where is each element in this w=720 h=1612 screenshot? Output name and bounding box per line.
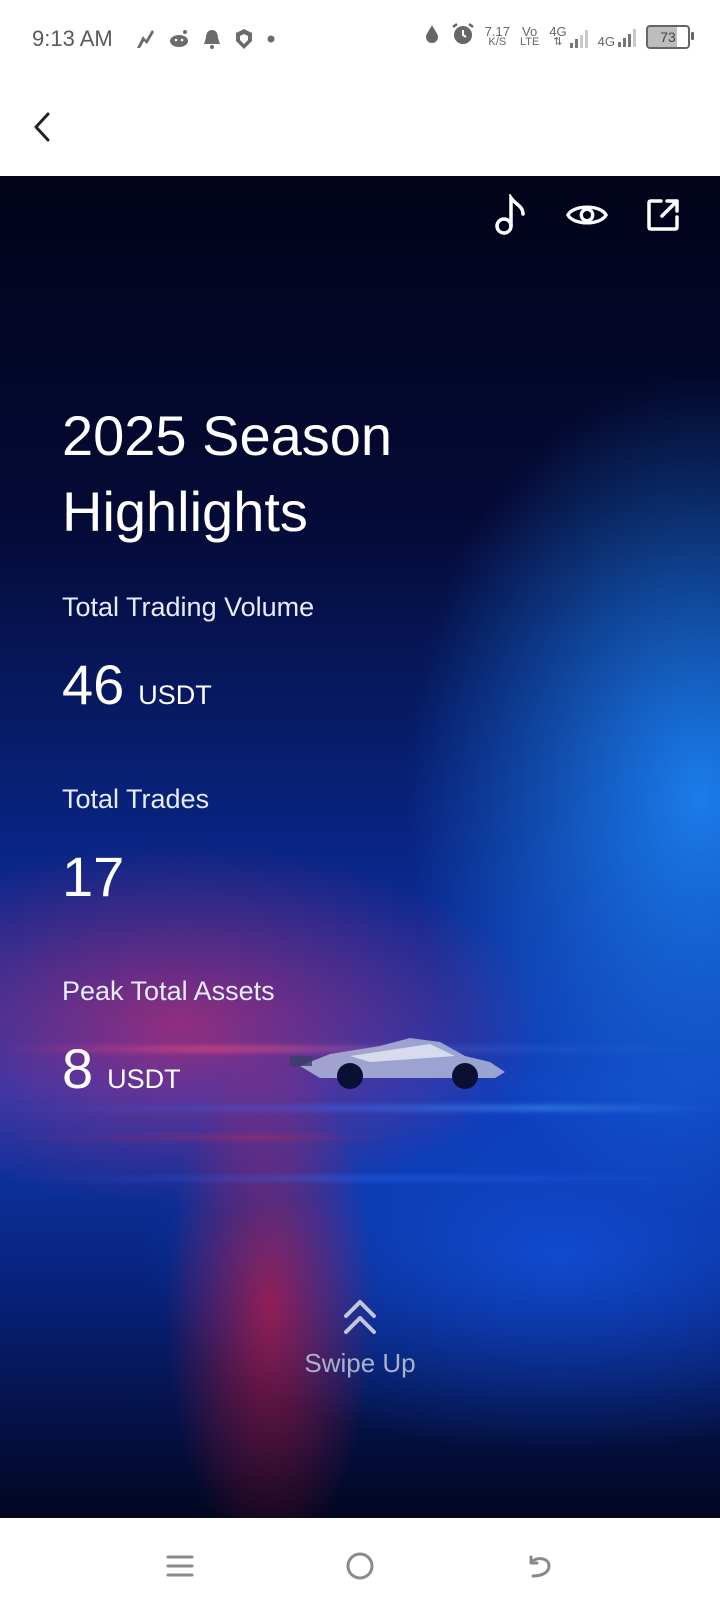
chevron-left-icon [34, 112, 50, 142]
top-nav [0, 82, 720, 176]
share-external-icon [647, 199, 679, 231]
system-back-button[interactable] [518, 1544, 562, 1588]
stat-value: 46 [62, 653, 125, 716]
page-title: 2025 Season Highlights [62, 404, 393, 543]
stat-label-peak-assets: Peak Total Assets [62, 976, 275, 1006]
battery-level: 73 [660, 28, 676, 45]
stat-peak-assets: 8 USDT [62, 1036, 181, 1101]
stat-unit: USDT [107, 1064, 181, 1094]
volte-bottom: LTE [519, 35, 540, 48]
back-icon [529, 1555, 551, 1578]
status-bar: 9:13 AM 7.17 K/S Vo LTE 4G ⇅ 4G 73 [0, 0, 720, 82]
volte-indicator: Vo LTE [519, 23, 540, 48]
notification-icons [134, 28, 276, 55]
sim2-bars-icon [618, 27, 636, 47]
sim2-label: 4G [597, 33, 615, 49]
water-drop-icon [423, 23, 441, 50]
system-navigation-bar [0, 1518, 720, 1612]
swipe-up-hint[interactable]: Swipe Up [0, 1296, 720, 1379]
home-icon [346, 1552, 374, 1580]
status-right-icons: 7.17 K/S Vo LTE 4G ⇅ 4G 73 [423, 22, 694, 51]
stat-label-trading-volume: Total Trading Volume [62, 592, 315, 622]
alarm-icon [451, 22, 475, 51]
hero-actions [490, 194, 684, 236]
music-note-icon [495, 194, 525, 235]
signal-app-icon [134, 28, 156, 55]
home-button[interactable] [338, 1544, 382, 1588]
swipe-up-label: Swipe Up [304, 1348, 416, 1378]
reddit-icon [168, 28, 190, 55]
net-speed-unit: K/S [488, 35, 507, 48]
battery-icon: 73 [646, 24, 694, 49]
season-highlights-card: 2025 Season Highlights Total Trading Vol… [0, 176, 720, 1518]
arrows-icon: ⇅ [553, 35, 563, 48]
stat-trading-volume: 46 USDT [62, 652, 212, 717]
stat-value: 8 [62, 1037, 94, 1100]
race-car-image [290, 1038, 505, 1089]
menu-icon [166, 1555, 194, 1577]
decor-streak [0, 1106, 720, 1110]
music-toggle-button[interactable] [490, 194, 532, 236]
sim1-label: 4G [549, 23, 567, 39]
sim2-signal: 4G [597, 27, 636, 49]
stat-value: 17 [62, 845, 125, 908]
visibility-toggle-button[interactable] [566, 194, 608, 236]
stat-total-trades: 17 [62, 844, 124, 909]
bell-icon [202, 28, 222, 55]
net-speed: 7.17 K/S [484, 23, 510, 48]
net-speed-value: 7.17 [484, 23, 510, 39]
double-chevron-up-icon [344, 1300, 376, 1334]
volte-top: Vo [522, 23, 538, 39]
decor-streak [0, 1176, 720, 1181]
eye-icon [566, 205, 608, 225]
stat-label-total-trades: Total Trades [62, 784, 210, 814]
dot-icon [266, 28, 276, 55]
sim1-signal: 4G ⇅ [549, 23, 588, 48]
decor-streak [0, 1136, 720, 1139]
status-time: 9:13 AM [32, 26, 113, 51]
shield-icon [234, 28, 254, 55]
sim1-bars-icon [569, 28, 588, 48]
stat-unit: USDT [138, 680, 212, 710]
share-button[interactable] [642, 194, 684, 236]
recent-apps-button[interactable] [158, 1544, 202, 1588]
back-button[interactable] [22, 104, 62, 150]
